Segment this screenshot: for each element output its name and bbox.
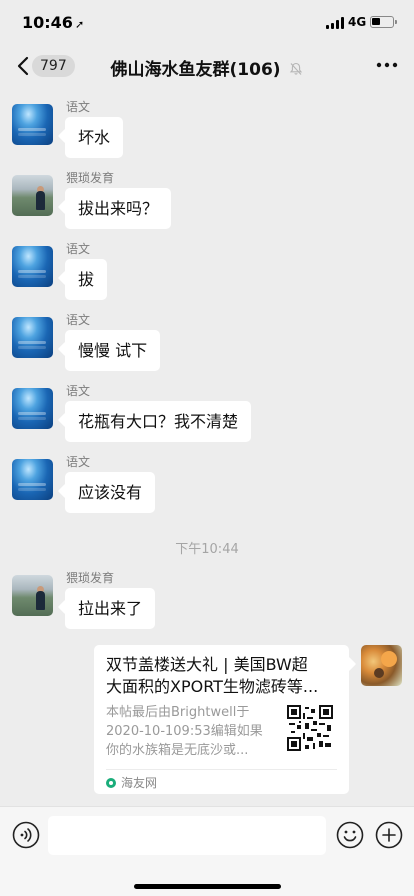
- sender-name: 语文: [66, 242, 91, 256]
- link-card-divider: [106, 769, 337, 770]
- mute-bell-icon: [290, 62, 303, 75]
- home-indicator[interactable]: [134, 884, 281, 889]
- my-avatar[interactable]: [361, 645, 402, 686]
- battery-icon: [370, 16, 397, 28]
- cellular-signal-icon: [326, 17, 344, 29]
- emoji-icon[interactable]: [336, 821, 364, 849]
- ocean-avatar[interactable]: [12, 317, 53, 358]
- chat-title: 佛山海水鱼友群(106): [110, 60, 281, 80]
- message-bubble[interactable]: 拔: [65, 259, 108, 300]
- time-divider: 下午10:44: [175, 542, 239, 557]
- person-avatar[interactable]: [12, 175, 53, 216]
- voice-input-icon[interactable]: [12, 821, 40, 849]
- message-bubble[interactable]: 花瓶有大口？我不清楚: [65, 401, 252, 442]
- message-bubble[interactable]: 拉出来了: [65, 588, 156, 629]
- link-card[interactable]: 双节盖楼送大礼 | 美国BW超 大面积的XPORT生物滤砖等... 本帖最后由B…: [94, 645, 349, 794]
- sender-name: 语文: [66, 100, 91, 114]
- status-time-text: 10:46: [22, 13, 73, 32]
- chat-title-wrap: 佛山海水鱼友群(106): [0, 55, 414, 80]
- network-type: 4G: [348, 15, 367, 29]
- link-card-description: 本帖最后由Brightwell于 2020-10-109:53编辑如果 你的水族…: [106, 705, 263, 758]
- message-bubble[interactable]: 拔出来吗？: [65, 188, 172, 229]
- ocean-avatar[interactable]: [12, 246, 53, 287]
- qr-code-icon: [287, 705, 333, 751]
- message-bubble[interactable]: 应该没有: [65, 472, 156, 513]
- status-time: 10:46 ➚: [22, 13, 84, 32]
- status-bar: 10:46 ➚ 4G: [0, 0, 414, 44]
- message-input[interactable]: [48, 816, 326, 855]
- chat-screen: 10:46 ➚ 4G 797 佛山海水鱼友群(106) 语文 坏水 猥琐发育 拔…: [0, 0, 414, 896]
- mini-program-icon: [106, 778, 116, 788]
- ocean-avatar[interactable]: [12, 459, 53, 500]
- sender-name: 语文: [66, 384, 91, 398]
- nav-bar: 797 佛山海水鱼友群(106): [0, 44, 414, 88]
- sender-name: 语文: [66, 455, 91, 469]
- ocean-avatar[interactable]: [12, 388, 53, 429]
- ocean-avatar[interactable]: [12, 104, 53, 145]
- add-more-icon[interactable]: [375, 821, 403, 849]
- location-arrow-icon: ➚: [74, 18, 85, 31]
- message-bubble[interactable]: 坏水: [65, 117, 124, 158]
- more-options-icon[interactable]: [376, 62, 398, 68]
- sender-name: 猥琐发育: [66, 171, 115, 185]
- sender-name: 猥琐发育: [66, 571, 115, 585]
- person-avatar[interactable]: [12, 575, 53, 616]
- sender-name: 语文: [66, 313, 91, 327]
- link-card-source: 海友网: [106, 775, 157, 791]
- link-card-source-name: 海友网: [121, 776, 158, 790]
- input-bar: [0, 806, 414, 896]
- message-bubble[interactable]: 慢慢 试下: [65, 330, 161, 371]
- link-card-title: 双节盖楼送大礼 | 美国BW超 大面积的XPORT生物滤砖等...: [106, 655, 319, 696]
